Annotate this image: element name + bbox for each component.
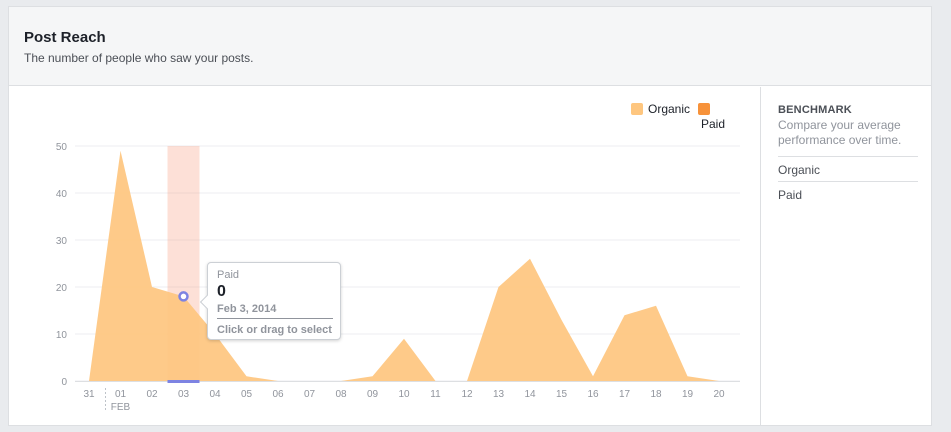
tooltip-value: 0: [217, 283, 226, 300]
legend-label-organic: Organic: [648, 102, 691, 116]
post-reach-card: Post Reach The number of people who saw …: [8, 6, 932, 426]
benchmark-description: Compare your average performance over ti…: [778, 118, 902, 147]
page-subtitle: The number of people who saw your posts.: [24, 51, 254, 65]
benchmark-item-paid[interactable]: Paid: [778, 188, 802, 202]
chart-tooltip: Paid 0 Feb 3, 2014 Click or drag to sele…: [199, 262, 341, 340]
tooltip-date: Feb 3, 2014: [217, 303, 277, 315]
legend-label-paid: Paid: [701, 117, 726, 131]
tooltip-hint[interactable]: Click or drag to select: [217, 324, 332, 336]
page-title: Post Reach: [24, 29, 106, 46]
tooltip-series: Paid: [217, 269, 240, 281]
legend-swatch-organic: [631, 103, 643, 115]
divider: [778, 181, 918, 182]
card-header: Post Reach The number of people who saw …: [9, 7, 931, 86]
legend-swatch-paid: [698, 103, 710, 115]
tooltip-divider: [217, 318, 333, 319]
benchmark-title: BENCHMARK: [778, 104, 852, 116]
benchmark-item-organic[interactable]: Organic: [778, 163, 820, 177]
chart-area: [9, 87, 759, 425]
benchmark-panel: BENCHMARK Compare your average performan…: [760, 87, 931, 425]
divider: [778, 156, 918, 157]
